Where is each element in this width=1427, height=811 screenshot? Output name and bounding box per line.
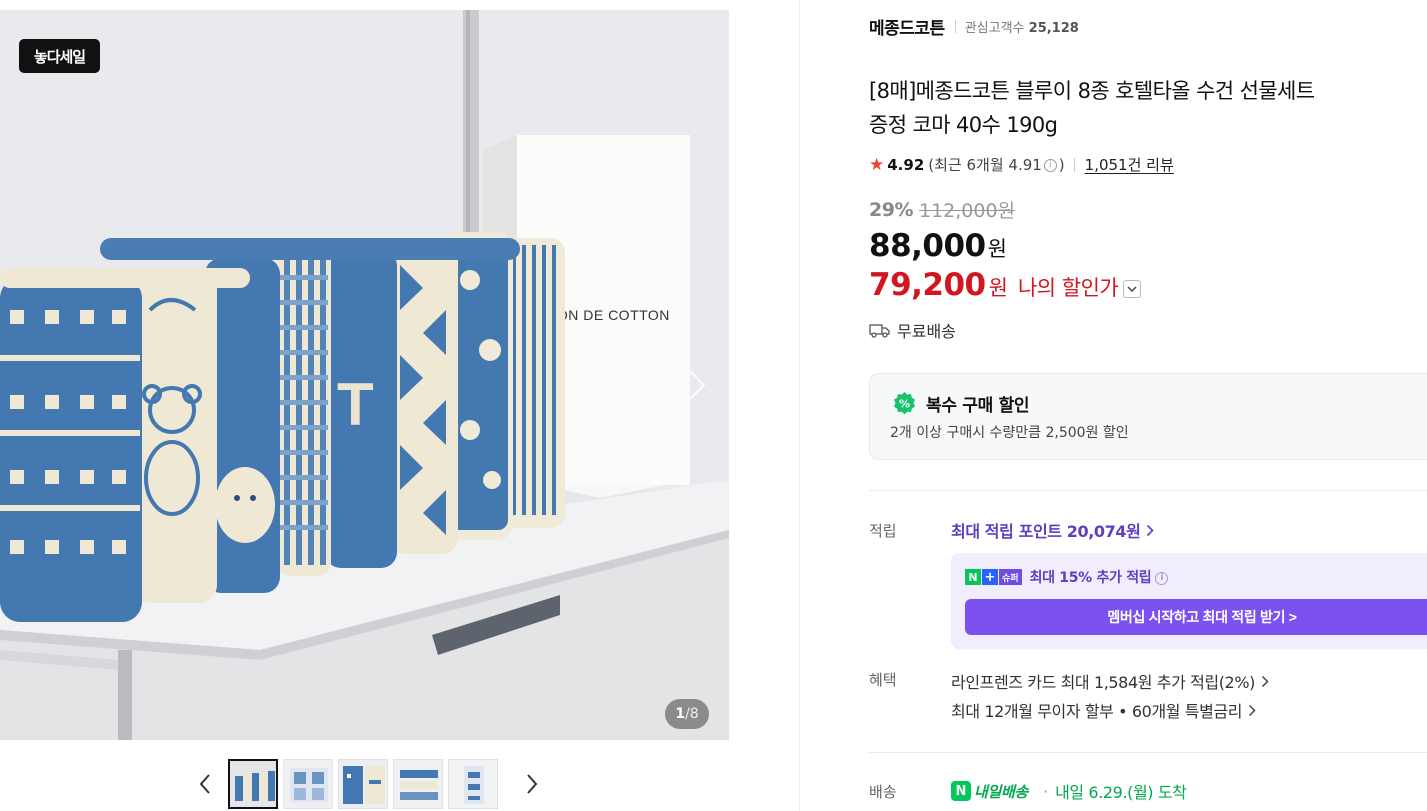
- max-points-link[interactable]: 최대 적립 포인트 20,074원: [951, 518, 1155, 542]
- store-divider: [954, 20, 956, 33]
- rating-score: 4.92: [887, 155, 925, 174]
- rating-row: ★ 4.92 (최근 6개월 4.91 i) 1,051건 리뷰: [869, 154, 1174, 175]
- image-counter: 1/8: [665, 699, 709, 729]
- chevron-right-icon: [1249, 704, 1256, 716]
- bulk-description: 2개 이상 구매시 수량만큼 2,500원 할인: [890, 425, 1129, 441]
- sale-badge: 놓다세일: [19, 39, 100, 73]
- sale-price: 88,000: [869, 228, 986, 264]
- shipping-text: 무료배송: [897, 322, 956, 341]
- thumbnail-5[interactable]: [448, 759, 498, 809]
- chevron-down-icon[interactable]: [1123, 280, 1142, 298]
- thumbnail-strip: [190, 758, 547, 810]
- star-icon: ★: [869, 154, 885, 175]
- delivery-row: N 내일배송 · 내일 6.29.(월) 도착: [951, 779, 1187, 803]
- thumb-prev-icon[interactable]: [190, 758, 220, 810]
- image-next-arrow-icon[interactable]: [682, 365, 712, 405]
- counter-total: /8: [685, 706, 699, 722]
- thumbnail-2[interactable]: [283, 759, 333, 809]
- svg-text:T: T: [337, 371, 374, 438]
- nplus-extra-points: 최대 15% 추가 적립 i: [1030, 567, 1171, 587]
- thumbnail-4[interactable]: [393, 759, 443, 809]
- info-icon[interactable]: i: [1155, 571, 1169, 585]
- main-product-image[interactable]: SON DE COTTON T 놓다세일 1 /8: [0, 10, 729, 740]
- section-divider: [869, 490, 1427, 491]
- my-price-row: 79,200 원 나의 할인가: [869, 267, 1142, 303]
- title-line-1: [8매]메종드코튼 블루이 8종 호텔타올 수건 선물세트: [869, 79, 1315, 103]
- shipping-row: 무료배송: [869, 318, 956, 342]
- tomorrow-delivery-badge: N 내일배송: [951, 781, 1028, 802]
- tomorrow-delivery-text: 내일배송: [974, 782, 1029, 801]
- chevron-right-icon: [1261, 675, 1269, 687]
- column-divider: [799, 0, 800, 811]
- box-brand-text: SON DE COTTON: [547, 307, 670, 323]
- installment-link[interactable]: 최대 12개월 무이자 할부 • 60개월 특별금리: [951, 698, 1256, 722]
- towel-photo: SON DE COTTON T: [0, 10, 729, 740]
- nplus-logo-icon: N + 슈퍼: [965, 569, 1022, 585]
- price-unit: 원: [987, 237, 1007, 261]
- delivery-date: 내일 6.29.(월) 도착: [1055, 783, 1187, 802]
- review-count-link[interactable]: 1,051건 리뷰: [1085, 154, 1174, 175]
- title-line-2: 증정 코마 40수 190g: [869, 113, 1058, 137]
- thumbnail-1[interactable]: [228, 759, 278, 809]
- naver-n-icon: N: [951, 781, 971, 801]
- rating-divider: [1073, 157, 1075, 172]
- price-row: 88,000 원: [869, 228, 1007, 264]
- section-divider: [869, 752, 1427, 753]
- bulk-title-row: % 복수 구매 할인: [892, 391, 1030, 416]
- points-label: 적립: [869, 522, 897, 540]
- product-title: [8매]메종드코튼 블루이 8종 호텔타올 수건 선물세트 증정 코마 40수 …: [869, 74, 1427, 142]
- fans-count: 25,128: [1028, 21, 1079, 36]
- original-price: 112,000원: [918, 200, 1016, 222]
- delivery-label: 배송: [869, 783, 897, 801]
- percent-badge-icon: %: [894, 392, 915, 415]
- store-name-link[interactable]: 메종드코튼: [869, 14, 945, 39]
- discount-rate: 29%: [869, 198, 913, 221]
- card-benefit-text: 라인프렌즈 카드 최대 1,584원 추가 적립(2%): [951, 673, 1255, 692]
- nplus-membership-box: N + 슈퍼 최대 15% 추가 적립 i 멤버십 시작하고 최대 적립 받기 >: [951, 553, 1427, 649]
- benefits-label: 혜택: [869, 671, 897, 689]
- bulk-discount-box: % 복수 구매 할인 2개 이상 구매시 수량만큼 2,500원 할인: [869, 373, 1427, 460]
- nplus-extra-text: 최대 15% 추가 적립: [1029, 570, 1152, 586]
- delivery-dot: ·: [1043, 781, 1049, 801]
- my-discount-price: 79,200: [869, 267, 986, 303]
- membership-start-button[interactable]: 멤버십 시작하고 최대 적립 받기 >: [965, 599, 1427, 635]
- chevron-right-icon: [1147, 524, 1155, 536]
- store-fans: 관심고객수 25,128: [965, 17, 1079, 36]
- my-price-unit: 원: [988, 276, 1008, 300]
- svg-text:%: %: [899, 398, 910, 411]
- recent-rating: (최근 6개월 4.91 i): [928, 154, 1064, 175]
- my-price-label: 나의 할인가: [1017, 276, 1119, 300]
- product-gallery: SON DE COTTON T 놓다세일 1 /8: [0, 0, 800, 811]
- truck-icon: [869, 324, 890, 338]
- info-icon[interactable]: i: [1043, 159, 1057, 172]
- recent-rating-text: (최근 6개월 4.91: [928, 156, 1042, 174]
- max-points-text: 최대 적립 포인트 20,074원: [951, 522, 1141, 541]
- fans-label: 관심고객수: [964, 21, 1025, 36]
- counter-current: 1: [675, 706, 686, 722]
- store-header: 메종드코튼 관심고객수 25,128: [869, 14, 1079, 39]
- thumbnail-3[interactable]: [338, 759, 388, 809]
- thumb-next-icon[interactable]: [517, 758, 547, 810]
- installment-text: 최대 12개월 무이자 할부 • 60개월 특별금리: [951, 702, 1243, 721]
- card-benefit-link[interactable]: 라인프렌즈 카드 최대 1,584원 추가 적립(2%): [951, 669, 1269, 693]
- discount-row: 29% 112,000원: [869, 196, 1015, 223]
- nplus-header: N + 슈퍼 최대 15% 추가 적립 i: [965, 567, 1170, 587]
- recent-rating-close: ): [1058, 156, 1065, 174]
- nplus-super-label: 슈퍼: [999, 569, 1022, 585]
- bulk-title: 복수 구매 할인: [926, 396, 1030, 416]
